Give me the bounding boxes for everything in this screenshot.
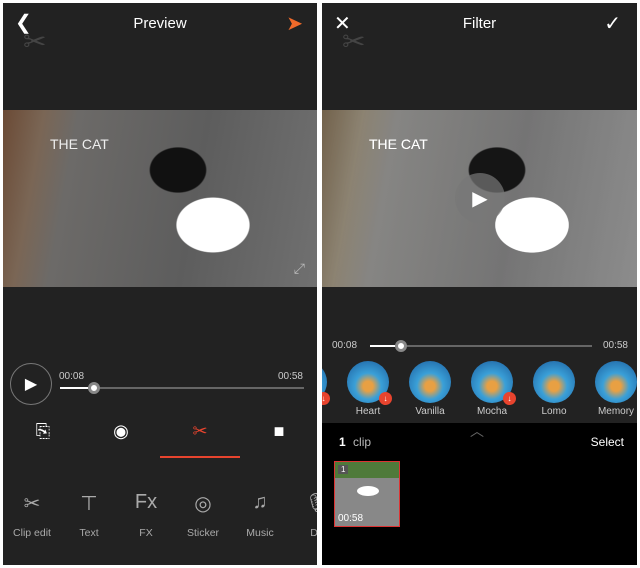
tool-label: Clip edit: [13, 527, 51, 539]
filter-thumbnail: ↓: [347, 361, 392, 405]
play-button[interactable]: ▶: [10, 363, 52, 405]
expand-handle-icon[interactable]: ︿: [470, 421, 484, 441]
tab-edit[interactable]: ✂: [185, 421, 215, 442]
tab-clip-import[interactable]: ⎘: [28, 421, 58, 442]
clip-count: 1: [339, 435, 346, 449]
total-time: 00:58: [602, 340, 628, 351]
filter-item[interactable]: Memory: [586, 361, 637, 417]
clip-edit-scissor-icon: ✂: [192, 421, 208, 441]
filter-label: Lomo: [541, 406, 567, 417]
filter-thumbnail: ↓: [471, 361, 516, 405]
filter-label: Memory: [597, 406, 635, 417]
progress-handle[interactable]: [395, 340, 408, 352]
tool-label: Music: [246, 527, 274, 539]
tool-text[interactable]: ⊤ Text: [59, 491, 119, 539]
clip-index: 1: [338, 465, 349, 474]
video-text-overlay: THE CAT: [50, 136, 109, 152]
active-tab-indicator: [160, 456, 240, 458]
current-time: 00:08: [332, 340, 358, 351]
clip-import-icon: ⎘: [35, 421, 51, 441]
select-button[interactable]: Select: [591, 435, 624, 449]
filter-label: Vanilla: [415, 406, 445, 417]
total-time: 00:58: [277, 371, 303, 382]
tool-sticker[interactable]: ◎ Sticker: [173, 491, 233, 539]
tool-fx[interactable]: Fx FX: [116, 491, 176, 539]
tool-clip-edit[interactable]: ✂ Clip edit: [3, 491, 62, 539]
tab-save[interactable]: ■: [264, 421, 294, 442]
tool-icon: Fx: [134, 491, 158, 513]
cat-thumbnail-shape: [357, 486, 379, 496]
filter-label: Mocha: [476, 406, 507, 417]
tool-du[interactable]: 🎙 Du: [287, 491, 317, 539]
music-disc-icon: ◉: [113, 421, 129, 441]
video-preview[interactable]: THE CAT ⤢: [3, 110, 317, 287]
current-time: 00:08: [59, 371, 85, 382]
filter-label: Heart: [355, 406, 381, 417]
download-icon[interactable]: ↓: [322, 392, 330, 405]
filter-item[interactable]: Vanilla: [400, 361, 460, 417]
fullscreen-icon[interactable]: ⤢: [294, 260, 305, 277]
filter-panel: ✕ Filter ✓ ✂ THE CAT ▶ 00:08 00:58 ↓es↓H…: [322, 3, 637, 565]
filter-thumbnail: [595, 361, 637, 403]
scissor-logo-icon: ✂: [23, 26, 47, 57]
tool-label: Sticker: [186, 527, 220, 539]
tool-icon: 🎙: [304, 493, 317, 515]
tool-icon: ♫: [252, 491, 268, 513]
clip-label: clip: [353, 435, 372, 449]
filter-item[interactable]: Lomo: [524, 361, 584, 417]
filter-thumbnail: [533, 361, 575, 403]
filter-thumbnail: ↓: [322, 361, 330, 405]
clip-tray: ︿ 1 clip Select 1 00:58: [322, 423, 637, 565]
tool-label: Text: [79, 527, 99, 539]
tool-icon: ⊤: [80, 493, 98, 515]
page-title: Preview: [133, 15, 187, 32]
paper-plane-icon[interactable]: ➤: [286, 14, 303, 34]
play-button[interactable]: ▶: [455, 173, 505, 223]
tool-label: Du: [310, 527, 317, 539]
filter-item[interactable]: ↓es: [322, 361, 336, 417]
filter-item[interactable]: ↓ Heart: [338, 361, 398, 417]
video-text-overlay: THE CAT: [369, 136, 428, 152]
download-icon[interactable]: ↓: [503, 392, 516, 405]
tab-music[interactable]: ◉: [106, 421, 136, 442]
scissor-logo-icon: ✂: [342, 26, 366, 57]
page-title: Filter: [462, 15, 497, 32]
play-icon: ▶: [24, 376, 38, 393]
save-icon: ■: [273, 421, 285, 441]
clip-thumbnail[interactable]: 1 00:58: [334, 461, 400, 527]
check-icon[interactable]: ✓: [604, 14, 621, 34]
clip-duration: 00:58: [338, 513, 364, 524]
filter-list[interactable]: ↓es↓HeartVanilla↓MochaLomoMemory: [322, 361, 637, 423]
play-icon: ▶: [472, 187, 488, 210]
tool-icon: ✂: [23, 493, 41, 515]
download-icon[interactable]: ↓: [379, 392, 392, 405]
tool-icon: ◎: [194, 493, 212, 515]
filter-item[interactable]: ↓ Mocha: [462, 361, 522, 417]
tool-label: FX: [139, 527, 153, 539]
preview-panel: ❮ Preview ➤ ✂ THE CAT ⤢ ▶ 00:08 00:58 ⎘ …: [3, 3, 317, 565]
filter-thumbnail: [409, 361, 451, 403]
filter-label: es: [322, 406, 336, 417]
tool-music[interactable]: ♫ Music: [230, 491, 290, 539]
progress-handle[interactable]: [88, 382, 101, 394]
